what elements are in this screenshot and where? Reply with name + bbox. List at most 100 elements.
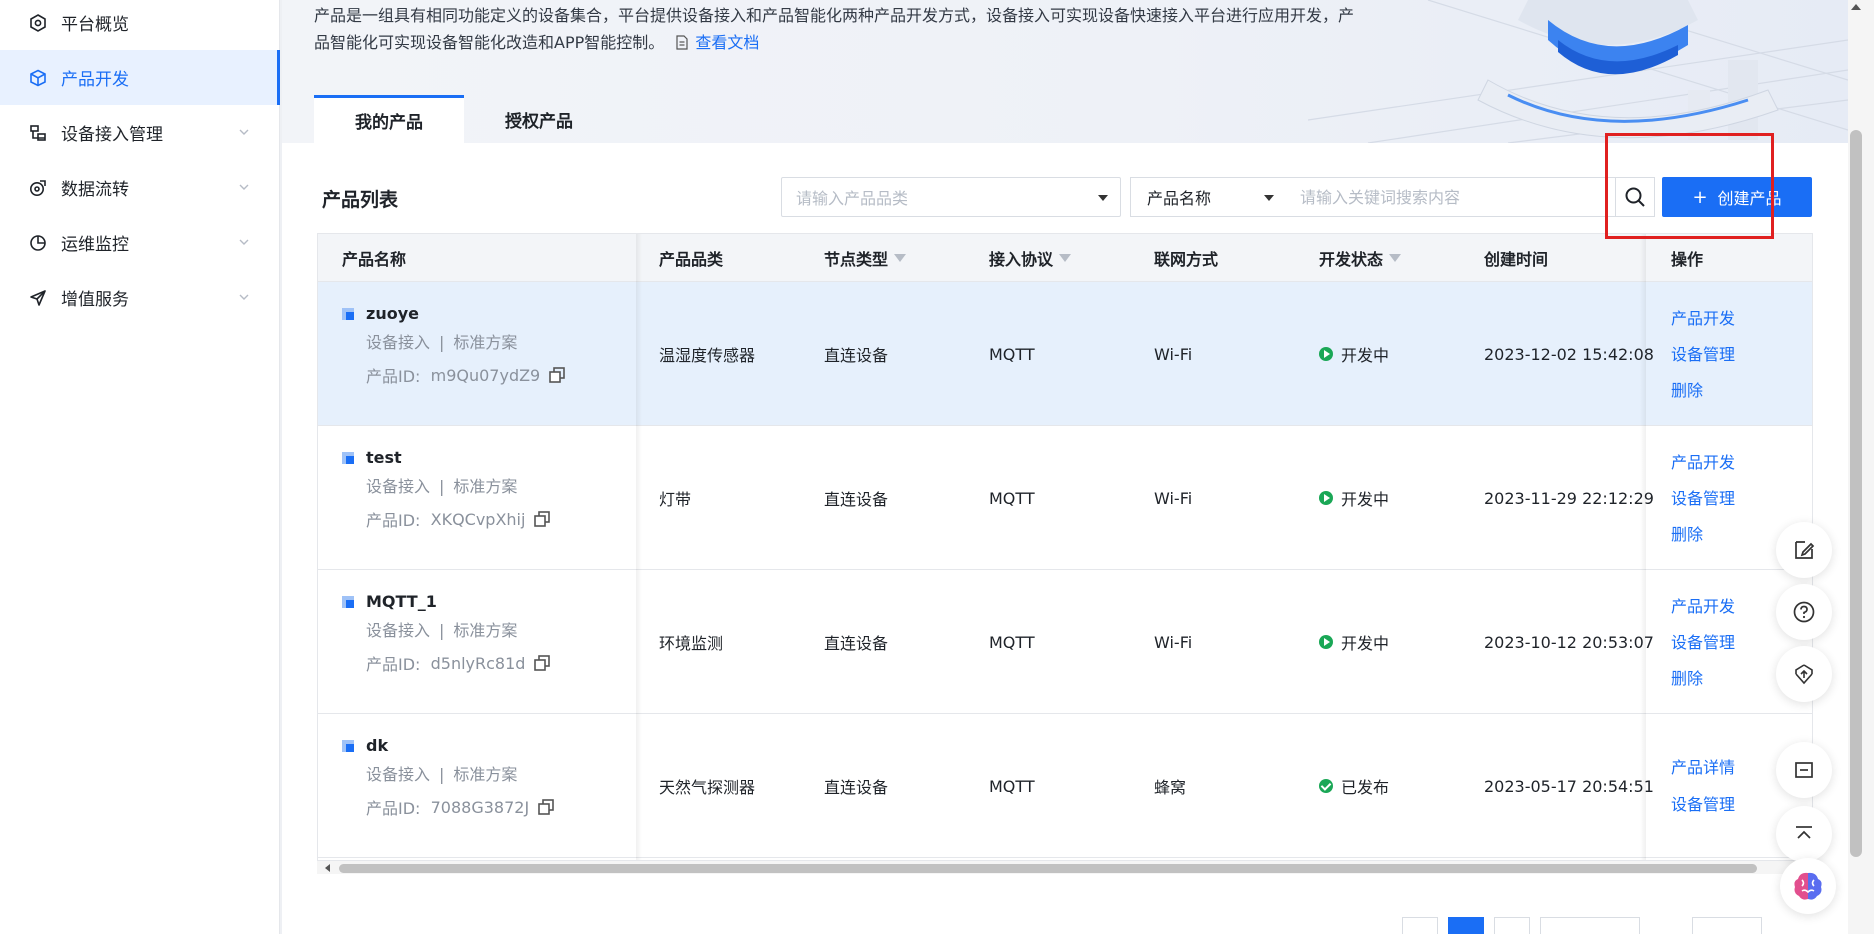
category-select[interactable]: 请输入产品品类 xyxy=(781,177,1121,217)
sidebar-item-device-access[interactable]: 设备接入管理 xyxy=(0,105,279,160)
back-to-top-icon xyxy=(1796,826,1812,839)
product-name[interactable]: MQTT_1 xyxy=(366,592,437,611)
chevron-down-icon xyxy=(239,129,249,135)
product-dev-link[interactable]: 产品开发 xyxy=(1671,450,1735,475)
feedback-button[interactable] xyxy=(1776,522,1832,578)
delete-link[interactable]: 删除 xyxy=(1671,378,1735,403)
network: Wi-Fi xyxy=(1154,344,1193,364)
delete-link[interactable]: 删除 xyxy=(1671,522,1735,547)
caret-down-icon xyxy=(1098,195,1108,201)
product-name[interactable]: dk xyxy=(366,736,388,755)
product-id: m9Qu07ydZ9 xyxy=(430,365,541,385)
filter-icon[interactable] xyxy=(1059,254,1072,262)
table-header: 产品名称 产品品类 节点类型 接入协议 联网方式 开发状态 创建时间 操作 xyxy=(318,234,1812,282)
scrollbar-thumb[interactable] xyxy=(339,864,1757,873)
play-status-icon xyxy=(1319,347,1333,361)
row-actions: 产品开发 设备管理 删除 xyxy=(1671,426,1735,570)
delete-link[interactable]: 删除 xyxy=(1671,666,1735,691)
caret-down-icon xyxy=(1264,195,1274,201)
product-category: 温湿度传感器 xyxy=(659,346,756,365)
status-badge: 已发布 xyxy=(1319,714,1389,858)
device-manage-link[interactable]: 设备管理 xyxy=(1671,486,1735,511)
device-manage-link[interactable]: 设备管理 xyxy=(1671,792,1735,817)
back-to-top-button[interactable] xyxy=(1776,806,1832,862)
main-content: 产品是一组具有相同功能定义的设备集合，平台提供设备接入和产品智能化两种产品开发方… xyxy=(282,0,1848,934)
cube-icon xyxy=(28,68,48,88)
page-size-select[interactable] xyxy=(1540,917,1640,934)
help-button[interactable] xyxy=(1776,584,1832,640)
page-jump-input[interactable] xyxy=(1692,917,1762,934)
sidebar-item-overview[interactable]: 平台概览 xyxy=(0,0,279,50)
copy-icon[interactable] xyxy=(533,510,551,528)
product-name[interactable]: test xyxy=(366,448,402,467)
copy-icon[interactable] xyxy=(537,798,555,816)
protocol: MQTT xyxy=(989,632,1035,652)
product-id: XKQCvpXhij xyxy=(430,509,526,529)
copy-icon[interactable] xyxy=(533,654,551,672)
created-time: 2023-05-17 20:54:51 xyxy=(1484,776,1654,796)
product-name[interactable]: zuoye xyxy=(366,304,419,323)
product-name-cell: dk 设备接入 | 标准方案 产品ID: 7088G3872J xyxy=(342,736,555,819)
search-button[interactable] xyxy=(1615,177,1655,217)
plus-icon: + xyxy=(1692,186,1708,208)
product-category: 环境监测 xyxy=(659,634,724,653)
protocol: MQTT xyxy=(989,776,1035,796)
protocol: MQTT xyxy=(989,488,1035,508)
horizontal-scrollbar[interactable] xyxy=(317,860,1813,874)
search-field-select[interactable]: 产品名称 xyxy=(1130,177,1287,217)
sidebar-item-label: 运维监控 xyxy=(61,235,129,255)
pager-next-button[interactable] xyxy=(1494,917,1530,934)
product-category: 灯带 xyxy=(659,490,692,509)
banner-description: 产品是一组具有相同功能定义的设备集合，平台提供设备接入和产品智能化两种产品开发方… xyxy=(314,6,1355,52)
node-type: 直连设备 xyxy=(824,634,889,653)
product-list-panel: 产品列表 请输入产品品类 产品名称 + 创建产品 产品名称 产品品类 节点类型 … xyxy=(282,143,1848,934)
ai-assistant-button[interactable] xyxy=(1780,858,1836,914)
scrollbar-thumb[interactable] xyxy=(1850,130,1862,857)
search-icon xyxy=(1625,187,1645,207)
filter-icon[interactable] xyxy=(1389,254,1402,262)
scroll-left-icon[interactable] xyxy=(325,864,330,872)
col-header-status[interactable]: 开发状态 xyxy=(1319,234,1402,282)
row-actions: 产品详情 设备管理 xyxy=(1671,714,1735,858)
sidebar-item-ops-monitor[interactable]: 运维监控 xyxy=(0,215,279,270)
col-header-network: 联网方式 xyxy=(1154,250,1219,269)
document-icon xyxy=(676,35,688,50)
table-row: test 设备接入 | 标准方案 产品ID: XKQCvpXhij 灯带 直连设备 … xyxy=(318,426,1812,570)
col-header-protocol[interactable]: 接入协议 xyxy=(989,234,1072,282)
created-time: 2023-10-12 20:53:07 xyxy=(1484,632,1654,652)
created-time: 2023-12-02 15:42:08 xyxy=(1484,344,1654,364)
product-dev-link[interactable]: 产品开发 xyxy=(1671,306,1735,331)
sidebar-item-product-dev[interactable]: 产品开发 xyxy=(0,50,280,105)
view-doc-link[interactable]: 查看文档 xyxy=(675,33,759,52)
row-actions: 产品开发 设备管理 删除 xyxy=(1671,570,1735,714)
copy-icon[interactable] xyxy=(548,366,566,384)
chevron-down-icon xyxy=(239,184,249,190)
create-product-button[interactable]: + 创建产品 xyxy=(1662,177,1812,217)
edit-icon xyxy=(1795,541,1815,559)
play-status-icon xyxy=(1319,635,1333,649)
device-manage-link[interactable]: 设备管理 xyxy=(1671,342,1735,367)
tab-my-products[interactable]: 我的产品 xyxy=(314,95,464,143)
sidebar-item-data-flow[interactable]: 数据流转 xyxy=(0,160,279,215)
collapse-button[interactable] xyxy=(1776,742,1832,798)
scroll-up-icon[interactable] xyxy=(1851,4,1861,10)
tab-authorized-products[interactable]: 授权产品 xyxy=(464,95,614,143)
node-type: 直连设备 xyxy=(824,490,889,509)
chevron-down-icon xyxy=(239,239,249,245)
pager-current-page[interactable] xyxy=(1448,917,1484,934)
banner: 产品是一组具有相同功能定义的设备集合，平台提供设备接入和产品智能化两种产品开发方… xyxy=(282,0,1848,143)
product-icon xyxy=(342,739,354,752)
vertical-scrollbar[interactable] xyxy=(1848,0,1874,934)
sidebar-item-label: 设备接入管理 xyxy=(61,125,163,145)
device-manage-link[interactable]: 设备管理 xyxy=(1671,630,1735,655)
sidebar-item-value-added[interactable]: 增值服务 xyxy=(0,270,279,325)
upload-icon xyxy=(1795,664,1813,685)
product-detail-link[interactable]: 产品详情 xyxy=(1671,755,1735,780)
col-header-node-type[interactable]: 节点类型 xyxy=(824,234,907,282)
search-input[interactable] xyxy=(1286,177,1616,217)
product-dev-link[interactable]: 产品开发 xyxy=(1671,594,1735,619)
filter-icon[interactable] xyxy=(894,254,907,262)
service-button[interactable] xyxy=(1776,646,1832,702)
banner-illustration xyxy=(1308,0,1848,143)
pager-prev-button[interactable] xyxy=(1402,917,1438,934)
